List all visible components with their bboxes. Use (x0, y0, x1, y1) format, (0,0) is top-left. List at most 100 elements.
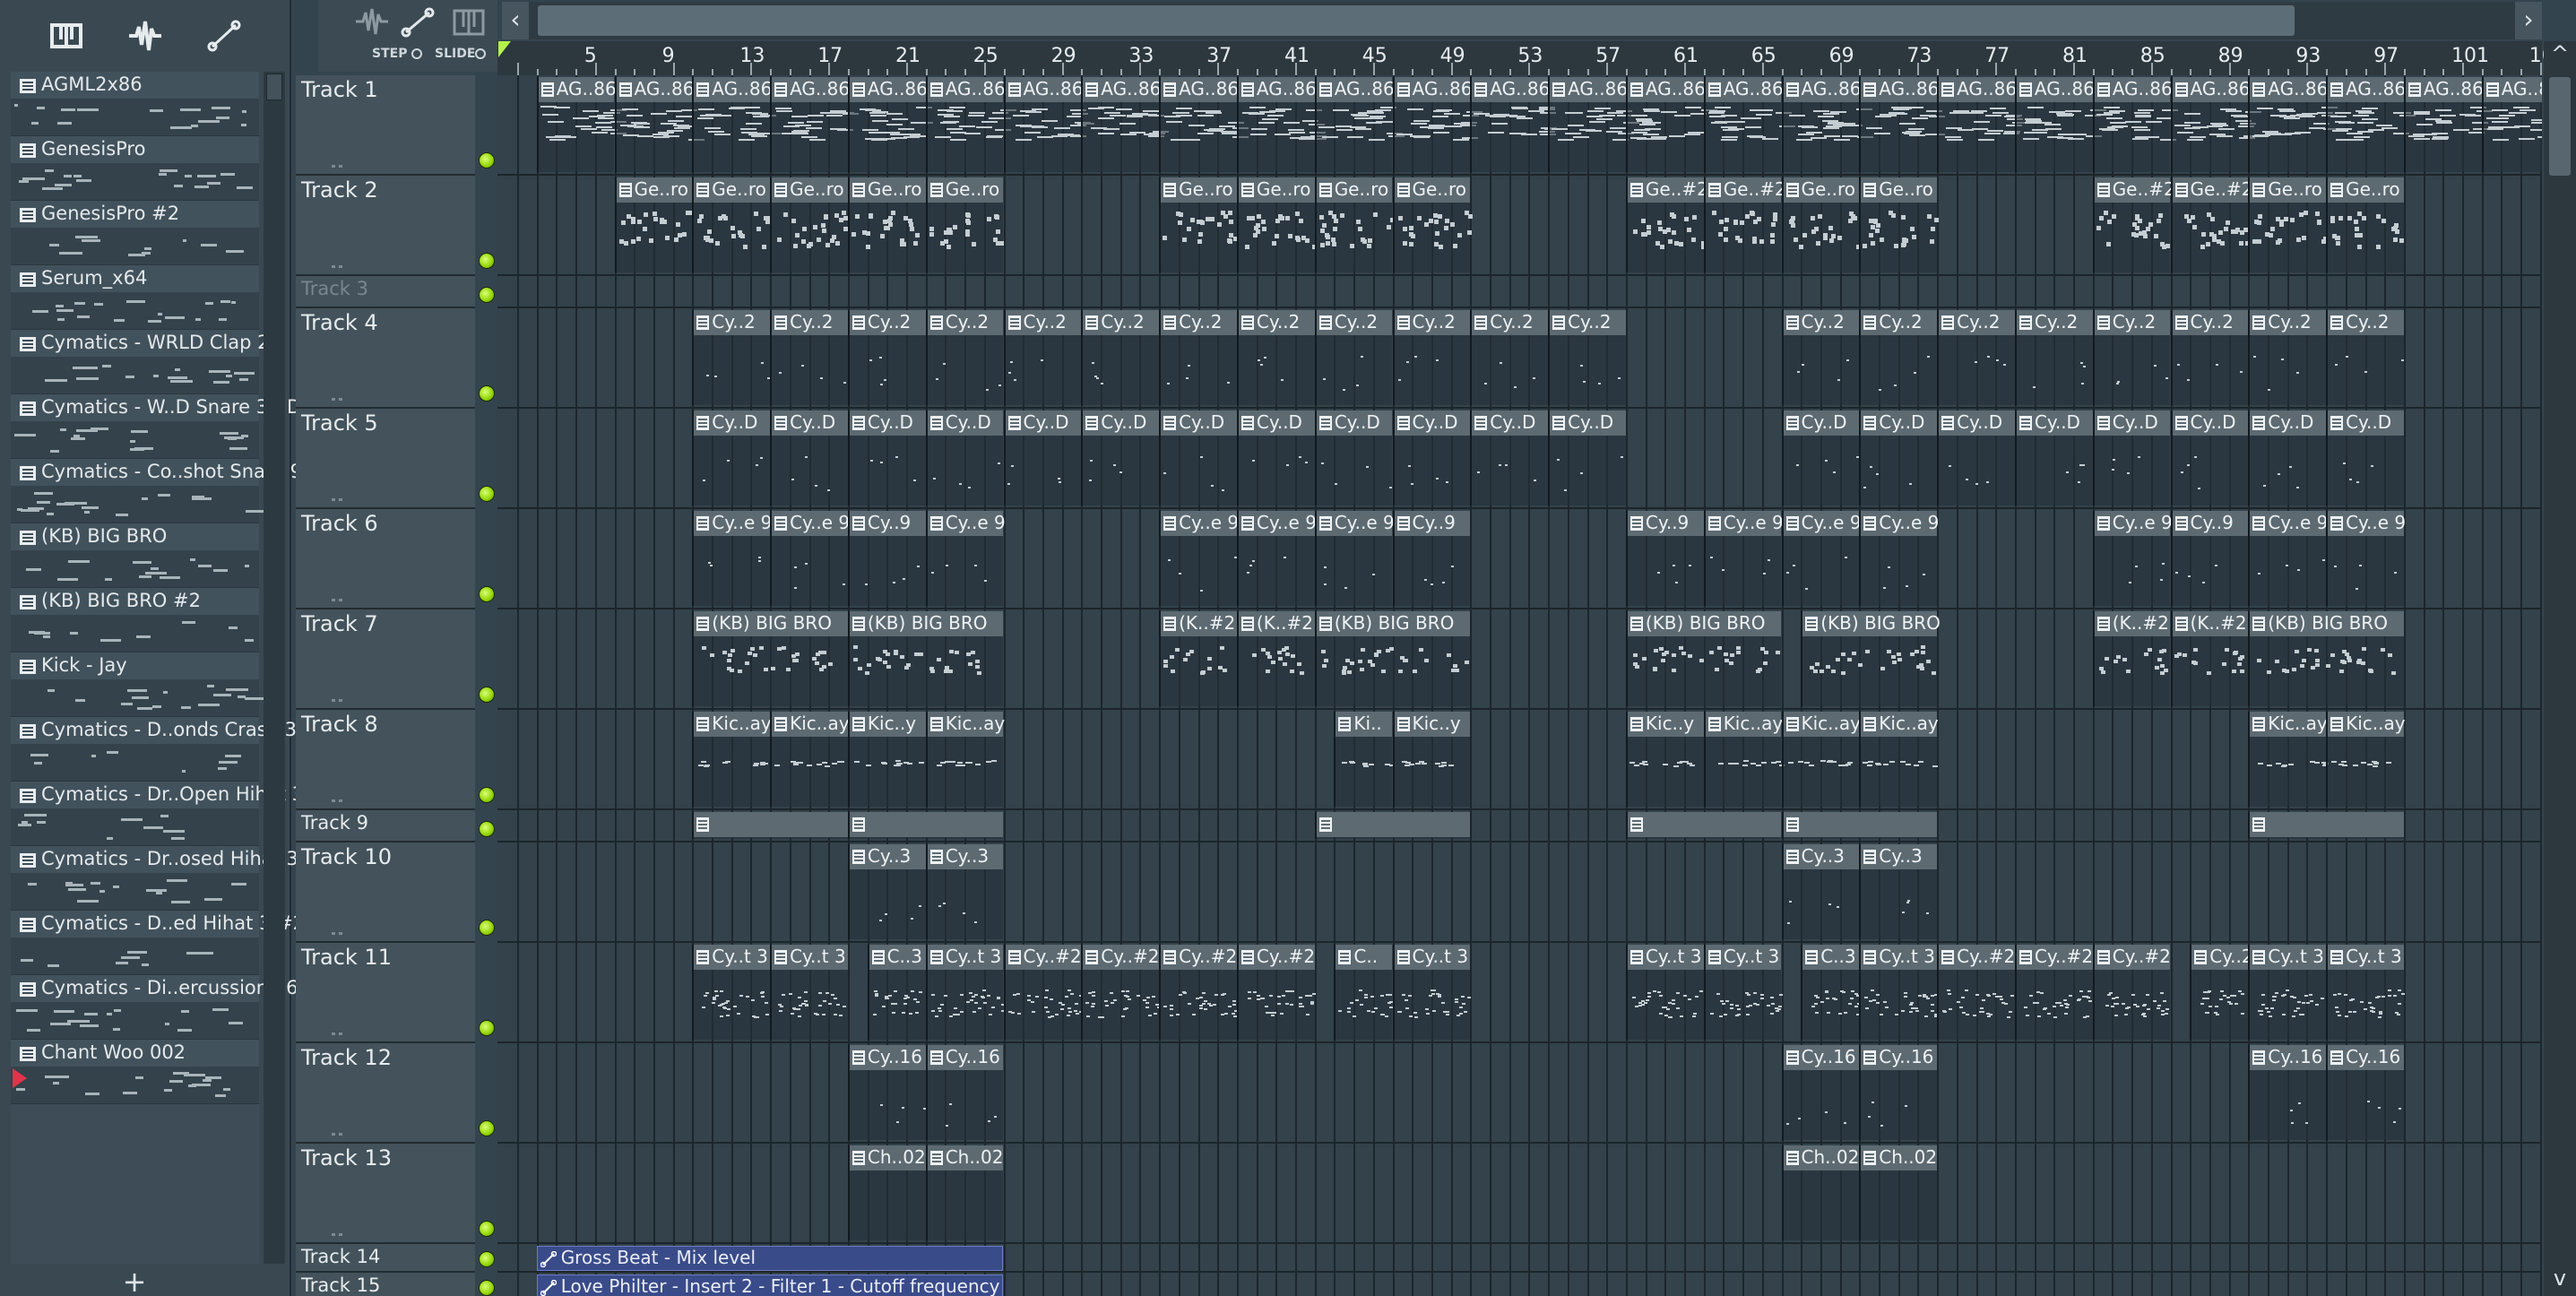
pattern-clip[interactable]: Cy..t 3 (2248, 945, 2327, 1040)
pattern-item[interactable]: Cymatics - Co..shot Snare 9 (11, 459, 302, 523)
pattern-item[interactable]: Serum_x64 (11, 265, 259, 330)
track-mute-led[interactable] (479, 1120, 495, 1136)
track-mute-led[interactable] (479, 821, 495, 837)
pattern-clip[interactable]: Cy..D (1392, 410, 1471, 505)
pattern-clip[interactable]: AG..86 (536, 77, 627, 172)
pattern-clip[interactable]: (KB) BIG BRO (1801, 611, 1941, 706)
pattern-clip[interactable]: Cy..2 (2092, 310, 2171, 405)
pattern-clip[interactable]: Cy..D (1159, 410, 1237, 505)
pattern-clip[interactable]: Ge..ro (614, 177, 693, 272)
pattern-clip[interactable]: Ch..02 (847, 1145, 926, 1240)
pattern-clip[interactable]: Ge..ro (692, 177, 771, 272)
pattern-clip[interactable]: Ge..ro (1781, 177, 1862, 272)
pattern-clip[interactable]: Cy..2 (1003, 310, 1082, 405)
pattern-item[interactable]: Cymatics - D..onds Crash 3 (11, 717, 297, 782)
pattern-clip[interactable]: Cy..2 (1081, 310, 1160, 405)
pattern-clip[interactable]: Cy..D (2092, 410, 2171, 505)
pattern-clip[interactable]: Kic..ay (925, 712, 1005, 807)
pattern-clip[interactable]: Ge..ro (1236, 177, 1318, 272)
pattern-clip[interactable]: Ge..ro (847, 177, 926, 272)
track-mute-led[interactable] (479, 1251, 495, 1267)
pattern-clip[interactable]: Cy..2 (1548, 310, 1626, 405)
pattern-clip[interactable]: Kic..ay (1859, 712, 1939, 807)
pattern-clip[interactable]: AG..86 (1859, 77, 1945, 172)
track-header[interactable]: Track 6 (296, 509, 475, 609)
pattern-clip[interactable]: Ge..ro (925, 177, 1005, 272)
pattern-clip[interactable]: Cy..3 (1781, 844, 1860, 939)
track-header[interactable]: Track 2 (296, 176, 475, 276)
pattern-clip[interactable]: Cy..2 (1781, 310, 1860, 405)
pattern-clip[interactable]: Cy..2 (2326, 310, 2404, 405)
pattern-clip[interactable]: Cy..2 (847, 310, 926, 405)
track-header[interactable]: Track 14 (296, 1244, 475, 1273)
pattern-clip[interactable]: Cy..2 (1937, 310, 2015, 405)
pattern-clip[interactable]: Cy..D (1548, 410, 1626, 505)
scroll-up-icon[interactable]: ^ (2544, 41, 2576, 72)
pattern-clip[interactable]: Cy..9 (1625, 511, 1704, 606)
pattern-clip[interactable]: Cy..t 3 (770, 945, 848, 1040)
track-header[interactable]: Track 9 (296, 810, 475, 842)
pattern-clip[interactable]: (K..#2 (2092, 611, 2171, 706)
pattern-clip[interactable]: Kic..y (1625, 712, 1704, 807)
pattern-clip[interactable]: AG..86 (1003, 77, 1094, 172)
vertical-scrollbar[interactable]: ^ v (2544, 41, 2576, 1296)
pattern-clip[interactable]: AG..86 (770, 77, 860, 172)
pattern-clip[interactable]: Kic..ay (2248, 712, 2330, 807)
pattern-clip[interactable]: (K..#2 (2170, 611, 2249, 706)
pattern-item[interactable]: Cymatics - Di..ercussion 16 (11, 975, 298, 1040)
pattern-clip[interactable]: AG..86 (1392, 77, 1483, 172)
pattern-clip[interactable]: Cy..16 (2248, 1045, 2327, 1140)
pattern-clip[interactable]: Kic..ay (1703, 712, 1785, 807)
track-header[interactable]: Track 7 (296, 609, 475, 710)
track-mute-led[interactable] (479, 586, 495, 602)
pattern-clip[interactable]: Cy..D (1781, 410, 1860, 505)
pattern-clip[interactable]: Cy..D (925, 410, 1004, 505)
pattern-clip[interactable]: Cy..16 (1859, 1045, 1938, 1140)
pattern-clip[interactable]: AG..86 (2014, 77, 2106, 172)
pattern-item[interactable]: Cymatics - D..ed Hihat 3 #2 (11, 911, 305, 975)
pattern-clip[interactable]: Cy..t 3 (925, 945, 1006, 1040)
pattern-clip[interactable]: AG..86 (692, 77, 782, 172)
pattern-clip[interactable]: Cy..e 9 (1314, 511, 1395, 606)
automation-clip[interactable]: Love Philter - Insert 2 - Filter 1 - Cut… (536, 1274, 1004, 1296)
pattern-clip[interactable]: AG..86 (1236, 77, 1327, 172)
pattern-clip[interactable]: C..3 (867, 945, 926, 1040)
pattern-clip[interactable]: Cy..2 (1392, 310, 1471, 405)
pattern-clip[interactable]: Cy..e 9 (1159, 511, 1239, 606)
pattern-clip[interactable]: AG..86 (847, 77, 934, 172)
pattern-clip[interactable]: Cy..16 (847, 1045, 926, 1140)
pattern-clip[interactable]: Cy..2 (2190, 945, 2253, 1040)
pattern-clip[interactable]: Cy..#2 (1159, 945, 1238, 1040)
pattern-clip[interactable]: Cy..D (1003, 410, 1082, 505)
pattern-clip[interactable]: Cy..2 (1236, 310, 1315, 405)
pattern-clip[interactable]: Ch..02 (1859, 1145, 1937, 1240)
pattern-clip[interactable]: (KB) BIG BRO (1625, 611, 1782, 706)
pattern-clip[interactable]: Ge..#2 (2092, 177, 2175, 272)
pattern-clip[interactable]: Ge..#2 (1703, 177, 1786, 272)
pattern-clip[interactable]: Cy..2 (1159, 310, 1237, 405)
pattern-clip[interactable]: AG..86 (2403, 77, 2494, 172)
pattern-clip[interactable]: Cy..e 9 (925, 511, 1006, 606)
track-mute-led[interactable] (479, 920, 495, 936)
pattern-clip[interactable]: Cy..e 9 (1859, 511, 1939, 606)
pattern-clip[interactable]: Cy..2 (1314, 310, 1393, 405)
pattern-clip[interactable]: Cy..2 (770, 310, 848, 405)
pattern-clip[interactable]: Cy..t 3 (1859, 945, 1939, 1040)
pattern-clip[interactable]: Cy..#2 (1081, 945, 1162, 1040)
pattern-clip[interactable]: Ki.. (1334, 712, 1395, 807)
pattern-clip[interactable]: (KB) BIG BRO (847, 611, 1004, 706)
pattern-clip[interactable]: Ge..ro (2326, 177, 2404, 272)
track-mute-led[interactable] (479, 1221, 495, 1237)
pattern-clip[interactable]: Cy..e 9 (692, 511, 772, 606)
track-mute-led[interactable] (479, 385, 495, 402)
pattern-clip[interactable]: (K..#2 (1236, 611, 1315, 706)
overview-thumb[interactable] (538, 5, 2295, 36)
pattern-clip[interactable]: Cy..D (2248, 410, 2327, 505)
pattern-clip[interactable]: Cy..3 (1859, 844, 1938, 939)
pattern-clip[interactable]: C.. (1334, 945, 1394, 1040)
piano-roll-icon[interactable] (451, 5, 487, 38)
pattern-clip[interactable]: Cy..e 9 (1781, 511, 1862, 606)
pattern-clip[interactable]: Cy..t 3 (1703, 945, 1783, 1040)
pattern-clip[interactable]: Cy..e 9 (1703, 511, 1784, 606)
pattern-item[interactable]: Chant Woo 002 (11, 1040, 259, 1104)
